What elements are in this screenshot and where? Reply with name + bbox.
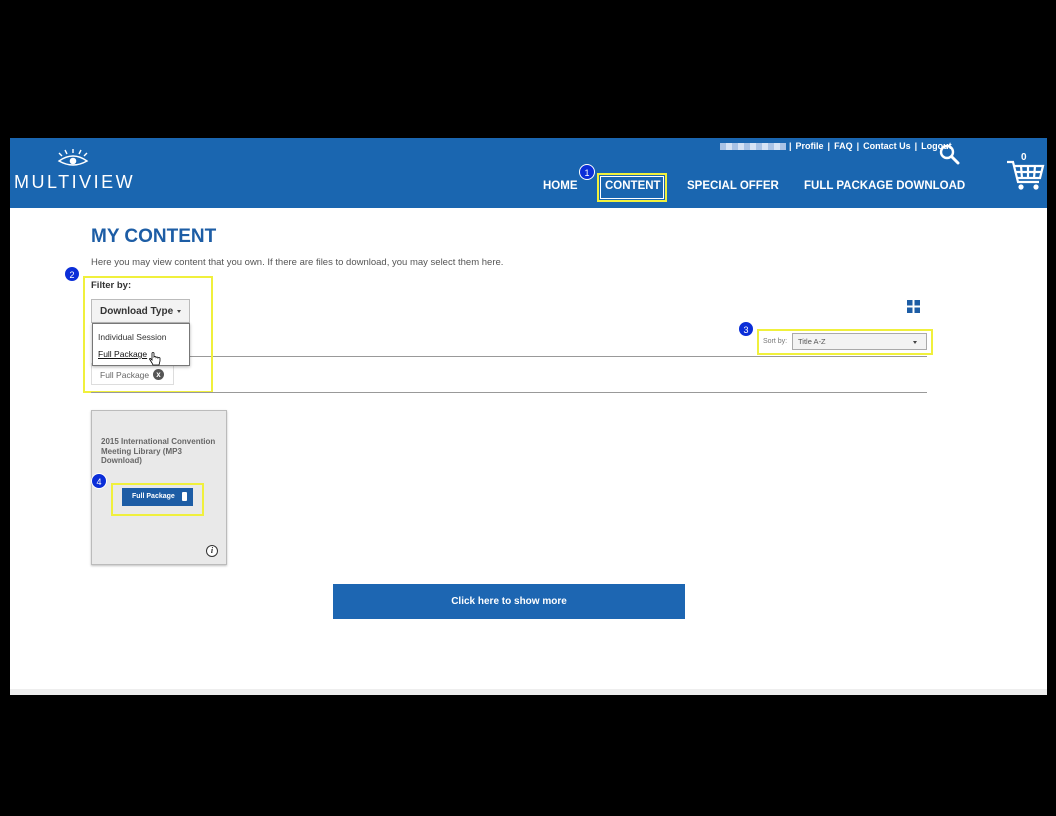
highlight-full-package-button [111,483,204,516]
contact-us-link[interactable]: Contact Us [861,141,913,151]
step-badge-3: 3 [738,321,754,337]
card-title: 2015 International Convention Meeting Li… [101,437,216,465]
bottom-strip [10,689,1047,695]
profile-link[interactable]: Profile [794,141,826,151]
step-badge-4: 4 [91,473,107,489]
nav-home[interactable]: HOME [543,180,578,192]
divider-top [176,356,927,357]
intro-text: Here you may view content that you own. … [91,257,504,268]
top-bar: MULTIVIEW | Profile | FAQ | Contact Us | Logout… [10,138,1047,208]
highlight-sort [757,329,933,355]
search-icon[interactable] [938,143,960,165]
step-badge-1: 1 [579,164,595,180]
app-screen: MULTIVIEW | Profile | FAQ | Contact Us | Logout… [10,138,1047,695]
cart-count: 0 [1021,152,1027,163]
page-title: MY CONTENT [91,226,217,247]
divider-bottom [91,392,927,393]
nav-full-package-download[interactable]: FULL PACKAGE DOWNLOAD [804,180,965,192]
faq-link[interactable]: FAQ [832,141,855,151]
logo-text[interactable]: MULTIVIEW [14,172,135,193]
username-blurred [720,143,786,150]
info-icon[interactable]: i [206,545,218,557]
show-more-button[interactable]: Click here to show more [333,584,685,619]
highlight-filter-area [83,276,213,393]
eye-logo-icon [57,149,89,166]
grid-view-icon[interactable] [907,300,920,313]
nav-special-offer[interactable]: SPECIAL OFFER [687,180,779,192]
utility-links: | Profile | FAQ | Contact Us | Logout [789,141,952,151]
step-badge-2: 2 [64,266,80,282]
content-nav-outline [600,176,664,199]
